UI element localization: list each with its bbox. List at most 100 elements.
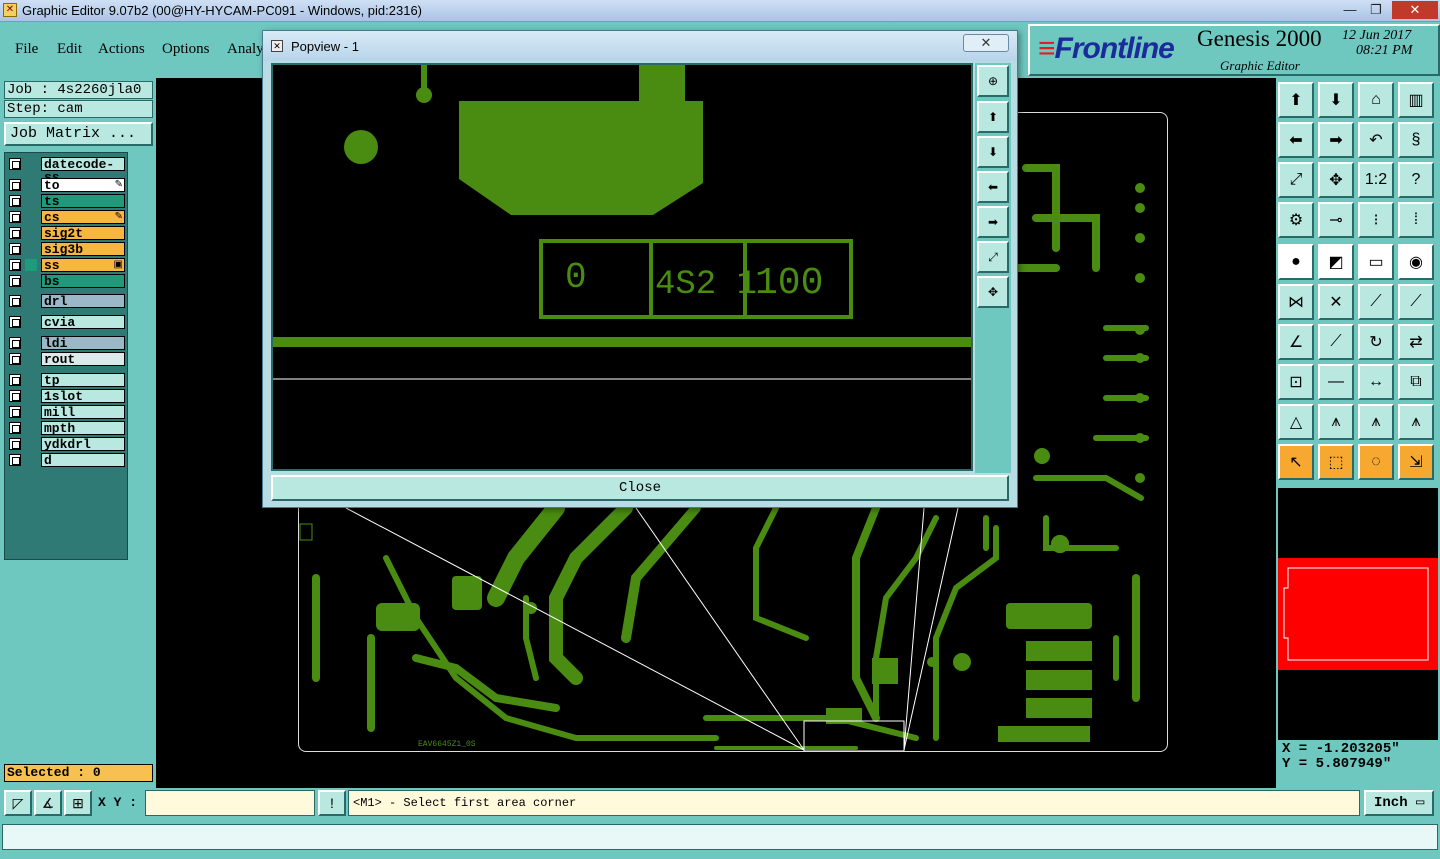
layer-label[interactable]: tp bbox=[41, 373, 125, 387]
layer-label[interactable]: mpth bbox=[41, 421, 125, 435]
measure-icon[interactable]: ⊸ bbox=[1318, 202, 1354, 238]
layer-label[interactable]: ydkdrl bbox=[41, 437, 125, 451]
layer-row-bs[interactable]: bs bbox=[7, 274, 125, 288]
help-icon[interactable]: ? bbox=[1398, 162, 1434, 198]
layer-row-d[interactable]: d bbox=[7, 453, 125, 467]
snap-icon[interactable]: ◸ bbox=[4, 790, 32, 816]
pan-left-icon[interactable]: ⬅ bbox=[1278, 122, 1314, 158]
redraw-icon[interactable]: § bbox=[1398, 122, 1434, 158]
group-icon[interactable]: ⧉ bbox=[1398, 364, 1434, 400]
layer-checkbox[interactable] bbox=[9, 390, 21, 402]
menu-analysis[interactable]: Analy bbox=[227, 41, 264, 58]
layer-label[interactable]: bs bbox=[41, 274, 125, 288]
layer-label[interactable]: 1slot bbox=[41, 389, 125, 403]
triangle-blue-icon[interactable]: ⩚ bbox=[1398, 404, 1434, 440]
layer-checkbox[interactable] bbox=[9, 295, 21, 307]
split-view-icon[interactable]: ▥ bbox=[1398, 82, 1434, 118]
popview-right-icon[interactable]: ➡ bbox=[977, 206, 1009, 238]
connect-icon[interactable]: ⋈ bbox=[1278, 284, 1314, 320]
close-window-button[interactable]: ✕ bbox=[1392, 1, 1438, 19]
angle-snap-icon[interactable]: ∡ bbox=[34, 790, 62, 816]
grid-icon[interactable]: ⊞ bbox=[64, 790, 92, 816]
layer-row-cs[interactable]: cs ✎ bbox=[7, 210, 125, 224]
traffic-light-icon[interactable]: ⁝ bbox=[1358, 202, 1394, 238]
undo-zoom-icon[interactable]: ↶ bbox=[1358, 122, 1394, 158]
ruler-icon[interactable]: ▭ bbox=[1358, 244, 1394, 280]
layer-row-ts[interactable]: ts bbox=[7, 194, 125, 208]
line-select-icon[interactable]: ◩ bbox=[1318, 244, 1354, 280]
layer-label[interactable]: drl bbox=[41, 294, 125, 308]
pad-select-icon[interactable]: ● bbox=[1278, 244, 1314, 280]
layer-checkbox[interactable] bbox=[9, 374, 21, 386]
layer-checkbox[interactable] bbox=[9, 454, 21, 466]
layer-checkbox[interactable] bbox=[9, 211, 21, 223]
layer-row-ydkdrl[interactable]: ydkdrl bbox=[7, 437, 125, 451]
layer-row-tp[interactable]: tp bbox=[7, 373, 125, 387]
pointer-circle-icon[interactable]: ◌ bbox=[1358, 444, 1394, 480]
maximize-button[interactable]: ❐ bbox=[1362, 1, 1390, 19]
pan-up-icon[interactable]: ⬆ bbox=[1278, 82, 1314, 118]
point-line-icon[interactable]: ⟋ bbox=[1358, 284, 1394, 320]
popview-left-icon[interactable]: ⬅ bbox=[977, 171, 1009, 203]
popview-fit-icon[interactable]: ⤢ bbox=[977, 241, 1009, 273]
horizontal-line-icon[interactable]: — bbox=[1318, 364, 1354, 400]
popview-close-x-button[interactable]: ✕ bbox=[963, 34, 1009, 52]
layer-checkbox[interactable] bbox=[9, 337, 21, 349]
popview-down-icon[interactable]: ⬇ bbox=[977, 136, 1009, 168]
layer-row-datecode-ss[interactable]: datecode-ss bbox=[7, 157, 125, 184]
layer-row-drl[interactable]: drl bbox=[7, 294, 125, 308]
job-matrix-button[interactable]: Job Matrix ... bbox=[4, 122, 153, 146]
layer-row-ss[interactable]: ss ▣ bbox=[7, 258, 125, 272]
layer-label[interactable]: sig2t bbox=[41, 226, 125, 240]
triangle-arrow-red-icon[interactable]: ⩚ bbox=[1358, 404, 1394, 440]
layer-checkbox[interactable] bbox=[9, 353, 21, 365]
square-point-icon[interactable]: ⊡ bbox=[1278, 364, 1314, 400]
xy-input[interactable] bbox=[145, 790, 315, 816]
layer-checkbox[interactable] bbox=[9, 179, 21, 191]
layer-checkbox[interactable] bbox=[9, 406, 21, 418]
diagonal-icon[interactable]: ⟋ bbox=[1318, 324, 1354, 360]
layer-checkbox[interactable] bbox=[9, 158, 21, 170]
popview-up-icon[interactable]: ⬆ bbox=[977, 101, 1009, 133]
layer-row-mill[interactable]: mill bbox=[7, 405, 125, 419]
pointer-icon[interactable]: ↖ bbox=[1278, 444, 1314, 480]
menu-actions[interactable]: Actions bbox=[98, 41, 145, 58]
unit-selector[interactable]: Inch ▭ bbox=[1364, 790, 1434, 816]
zoom-1to2-icon[interactable]: 1:2 bbox=[1358, 162, 1394, 198]
menu-options[interactable]: Options bbox=[162, 41, 210, 58]
layer-checkbox[interactable] bbox=[9, 438, 21, 450]
triangle-icon[interactable]: △ bbox=[1278, 404, 1314, 440]
menu-edit[interactable]: Edit bbox=[57, 41, 82, 58]
triangle-arrow-icon[interactable]: ⩚ bbox=[1318, 404, 1354, 440]
pan-down-icon[interactable]: ⬇ bbox=[1318, 82, 1354, 118]
exclaim-button[interactable]: ! bbox=[318, 790, 346, 816]
minimize-button[interactable]: — bbox=[1336, 1, 1364, 19]
mirror-icon[interactable]: ⇄ bbox=[1398, 324, 1434, 360]
settings-icon[interactable]: ⚙ bbox=[1278, 202, 1314, 238]
pointer-box-icon[interactable]: ⬚ bbox=[1318, 444, 1354, 480]
zoom-fit-icon[interactable]: ⤢ bbox=[1278, 162, 1314, 198]
layer-checkbox[interactable] bbox=[9, 243, 21, 255]
layer-row-rout[interactable]: rout bbox=[7, 352, 125, 366]
pointer-net-icon[interactable]: ⇲ bbox=[1398, 444, 1434, 480]
layer-checkbox[interactable] bbox=[9, 195, 21, 207]
measure-distance-icon[interactable]: ↔ bbox=[1358, 364, 1394, 400]
layer-row-to[interactable]: to ✎ bbox=[7, 178, 125, 192]
popview-canvas[interactable]: 0 4S2 1 100 bbox=[271, 63, 973, 471]
zoom-center-icon[interactable]: ✥ bbox=[1318, 162, 1354, 198]
layer-checkbox[interactable] bbox=[9, 316, 21, 328]
arc-icon[interactable]: ↻ bbox=[1358, 324, 1394, 360]
layer-label[interactable]: rout bbox=[41, 352, 125, 366]
layer-row-cvia[interactable]: cvia bbox=[7, 315, 125, 329]
layer-label[interactable]: d bbox=[41, 453, 125, 467]
cross-icon[interactable]: ✕ bbox=[1318, 284, 1354, 320]
layer-checkbox[interactable] bbox=[9, 259, 21, 271]
circle-select-icon[interactable]: ◉ bbox=[1398, 244, 1434, 280]
pan-right-icon[interactable]: ➡ bbox=[1318, 122, 1354, 158]
popview-zoom-icon[interactable]: ⊕ bbox=[977, 65, 1009, 97]
layer-row-mpth[interactable]: mpth bbox=[7, 421, 125, 435]
home-icon[interactable]: ⌂ bbox=[1358, 82, 1394, 118]
layer-row-ldi[interactable]: ldi bbox=[7, 336, 125, 350]
layer-row-sig3b[interactable]: sig3b bbox=[7, 242, 125, 256]
layer-label[interactable]: datecode-ss bbox=[41, 157, 125, 184]
